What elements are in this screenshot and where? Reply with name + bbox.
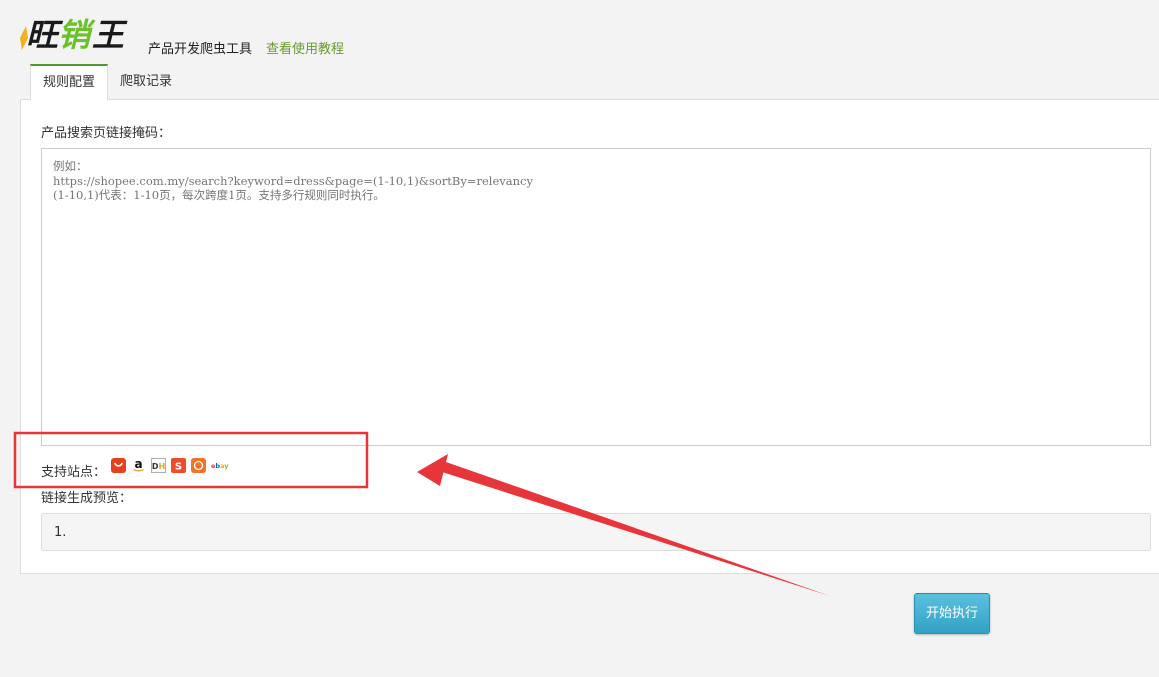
svg-text:ebay: ebay: [211, 462, 229, 470]
shopee-icon: S: [171, 458, 186, 473]
lazada-icon: [191, 458, 206, 473]
header: 旺 销 王 产品开发爬虫工具 查看使用教程: [0, 0, 1159, 62]
app-title: 产品开发爬虫工具: [148, 42, 253, 57]
link-preview-label: 链接生成预览：: [41, 491, 133, 506]
url-mask-label: 产品搜索页链接掩码：: [41, 126, 172, 141]
aliexpress-icon: [111, 458, 126, 473]
amazon-icon: a: [133, 458, 144, 472]
link-preview-text: 1.: [54, 525, 67, 540]
wangxiaowang-logo: 旺 销 王: [20, 16, 128, 54]
ebay-icon: ebay: [211, 462, 229, 470]
svg-text:S: S: [175, 462, 182, 473]
svg-text:销: 销: [58, 16, 96, 54]
start-execution-button[interactable]: 开始执行: [914, 593, 990, 634]
rule-config-panel: 产品搜索页链接掩码： 支持站点： a DH S ebay 链接生成预览： 1.: [20, 99, 1159, 574]
tab-crawl-records[interactable]: 爬取记录: [108, 64, 184, 99]
svg-text:DH: DH: [152, 462, 165, 471]
tab-rule-config[interactable]: 规则配置: [30, 64, 109, 101]
svg-text:王: 王: [92, 16, 128, 54]
tutorial-link[interactable]: 查看使用教程: [266, 38, 344, 57]
dhgate-icon: DH: [151, 458, 166, 473]
url-mask-input[interactable]: [41, 148, 1151, 446]
link-preview-box: 1.: [41, 513, 1151, 551]
svg-text:a: a: [134, 458, 142, 471]
supported-sites-label: 支持站点：: [41, 465, 107, 480]
